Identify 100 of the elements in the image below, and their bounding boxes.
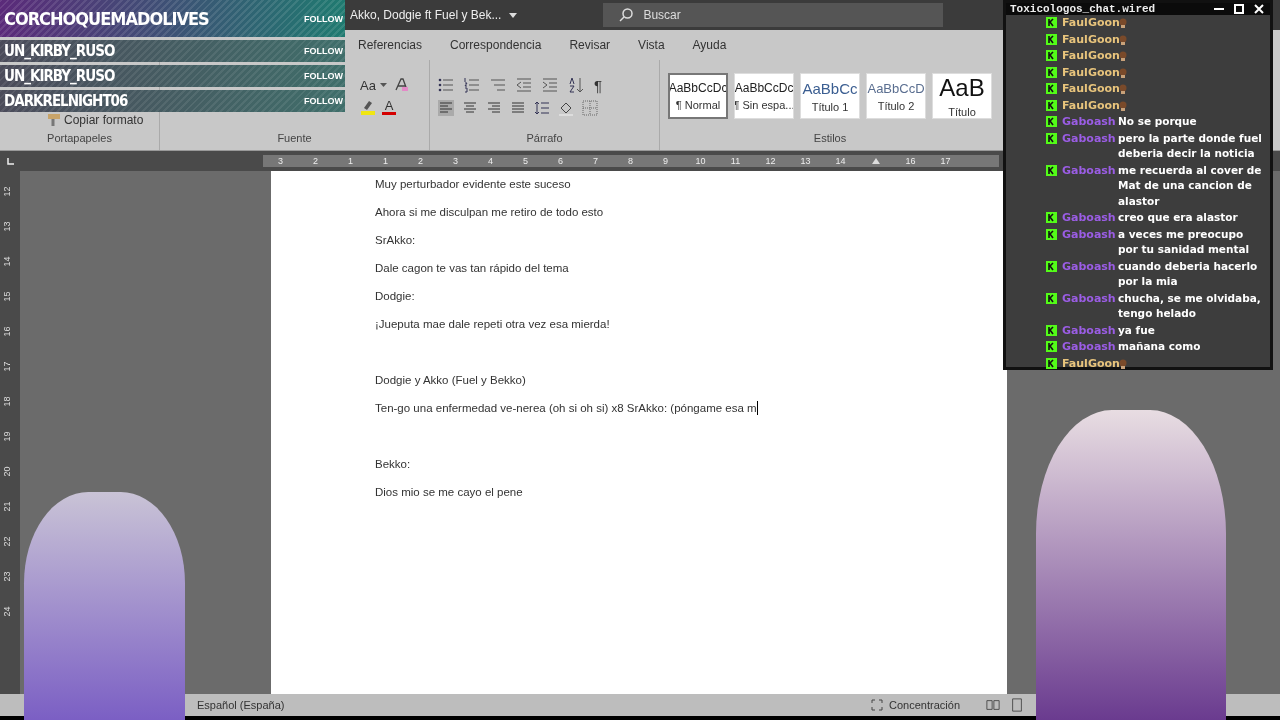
chat-username: Gaboash xyxy=(1062,226,1117,242)
decrease-indent-icon[interactable] xyxy=(516,77,532,93)
document-paragraph: Ten-go una enfermedad ve-nerea (oh si oh si) x8 SrAkko: (póngame esa m xyxy=(375,401,757,415)
follow-button[interactable]: FOLLOW xyxy=(304,71,343,81)
k-badge-icon xyxy=(1046,132,1057,144)
chat-username: Gaboash xyxy=(1062,258,1117,274)
chat-message: mañana como xyxy=(1118,339,1202,354)
document-paragraph: Dodgie y Akko (Fuel y Bekko) xyxy=(375,373,526,387)
caret-icon xyxy=(509,12,518,18)
emote-icon xyxy=(1118,357,1128,370)
maximize-button[interactable] xyxy=(1234,4,1244,14)
chat-username: FaulGoon xyxy=(1062,15,1118,31)
copy-format-button[interactable]: Copiar formato xyxy=(48,113,151,127)
emote-icon xyxy=(1118,83,1128,95)
k-badge-icon xyxy=(1046,50,1057,61)
k-badge-icon xyxy=(1046,292,1057,304)
k-badge-icon xyxy=(1046,33,1057,45)
chat-username: Gaboash xyxy=(1062,210,1117,226)
align-left-icon[interactable] xyxy=(438,99,454,116)
caret-icon xyxy=(379,83,387,87)
chat-username: Gaboash xyxy=(1062,290,1117,306)
k-badge-icon xyxy=(1046,212,1057,223)
align-center-icon[interactable] xyxy=(462,99,478,116)
chat-username: Gaboash xyxy=(1062,322,1117,338)
pilcrow-button[interactable]: ¶ xyxy=(594,76,603,94)
read-mode-icon[interactable] xyxy=(986,698,1000,712)
chat-username: Gaboash xyxy=(1062,130,1117,146)
k-badge-icon xyxy=(1046,66,1057,78)
ribbon-tab[interactable]: Referencias xyxy=(344,38,437,52)
k-badge-icon xyxy=(1046,260,1057,272)
k-badge-icon xyxy=(1046,83,1057,94)
line-spacing-icon[interactable] xyxy=(534,99,550,116)
document-paragraph: Dios mio se me cayo el pene xyxy=(375,485,523,499)
indent-marker-icon[interactable] xyxy=(871,158,880,164)
font-color-button[interactable]: A xyxy=(382,99,396,115)
follow-button[interactable]: FOLLOW xyxy=(304,46,343,56)
close-button[interactable] xyxy=(1254,4,1264,14)
print-layout-icon[interactable] xyxy=(1010,698,1024,712)
k-badge-icon xyxy=(1046,164,1057,176)
numbered-list-icon[interactable] xyxy=(464,77,480,93)
focus-mode-button[interactable]: Concentración xyxy=(865,698,966,712)
emote-icon xyxy=(1118,50,1128,62)
emote-icon xyxy=(1118,33,1128,46)
maximize-icon xyxy=(1234,4,1244,14)
borders-icon[interactable] xyxy=(582,99,598,116)
chat-message: ya fue xyxy=(1118,322,1156,338)
follower-name: UN_KIRBY_RUSO xyxy=(4,67,115,85)
chat-username: FaulGoon xyxy=(1062,31,1118,47)
ribbon-tab[interactable]: Revisar xyxy=(555,38,625,52)
style-gallery-item[interactable]: AaBbCcD Título 2 xyxy=(866,73,926,119)
document-paragraph: Dale cagon te vas tan rápido del tema xyxy=(375,261,569,275)
emote-icon xyxy=(1118,99,1128,112)
highlighter-icon[interactable] xyxy=(360,99,376,115)
chat-username: Gaboash xyxy=(1062,339,1117,355)
bullet-list-icon[interactable] xyxy=(438,77,454,93)
close-icon xyxy=(1254,4,1264,14)
multilevel-list-icon[interactable] xyxy=(490,77,506,93)
chat-username: Gaboash xyxy=(1062,162,1117,178)
tab-stop-icon[interactable] xyxy=(6,157,14,165)
follow-button[interactable]: FOLLOW xyxy=(304,96,343,106)
emote-icon xyxy=(1118,66,1128,79)
document-title[interactable]: Akko, Dodgie ft Fuel y Bek... xyxy=(350,8,518,22)
k-badge-icon xyxy=(1046,17,1057,28)
align-right-icon[interactable] xyxy=(486,99,502,116)
change-case-button[interactable]: Aa xyxy=(360,77,387,93)
group-label: Párrafo xyxy=(525,132,564,146)
chat-username: FaulGoon xyxy=(1062,81,1118,97)
chat-username: FaulGoon xyxy=(1062,97,1118,113)
group-label: Fuente xyxy=(276,132,313,146)
increase-indent-icon[interactable] xyxy=(542,77,558,93)
language-indicator[interactable]: Español (España) xyxy=(197,699,285,711)
sort-icon[interactable] xyxy=(568,77,584,93)
chat-message: No se porque xyxy=(1118,114,1198,129)
k-badge-icon xyxy=(1046,99,1057,111)
horizontal-ruler: 3 2 1 1 2 3 4 5 6 7 8 9 10 11 12 13 14 16 17 xyxy=(263,155,999,167)
search-field[interactable]: Buscar xyxy=(603,3,944,27)
chat-window-title: Toxicologos_chat.wired xyxy=(1010,3,1157,15)
group-label: Estilos xyxy=(812,132,848,146)
k-badge-icon xyxy=(1046,116,1057,127)
group-label: Portapapeles xyxy=(46,132,113,146)
style-gallery-item[interactable]: AaBbCc Título 1 xyxy=(800,73,860,119)
style-gallery-item[interactable]: AaB Título xyxy=(932,73,992,119)
clear-format-icon[interactable] xyxy=(392,77,409,93)
follower-name: DARKRELNIGHT06 xyxy=(4,92,128,110)
k-badge-icon xyxy=(1046,324,1057,336)
document-paragraph: Muy perturbador evidente este suceso xyxy=(375,177,571,191)
ribbon-tab[interactable]: Vista xyxy=(624,38,679,52)
paintbrush-icon xyxy=(48,114,60,126)
chat-username: FaulGoon xyxy=(1062,355,1118,371)
k-badge-icon xyxy=(1046,228,1057,240)
justify-icon[interactable] xyxy=(510,99,526,116)
chat-message: creo que era alastor xyxy=(1118,210,1239,225)
document-paragraph: Dodgie: xyxy=(375,289,415,303)
follow-button[interactable]: FOLLOW xyxy=(304,13,343,24)
chat-username: Gaboash xyxy=(1062,114,1117,130)
search-icon xyxy=(619,8,634,22)
ribbon-tab[interactable]: Correspondencia xyxy=(436,38,556,52)
ribbon-tab[interactable]: Ayuda xyxy=(678,38,741,52)
k-badge-icon xyxy=(1046,341,1057,352)
document-paragraph: Bekko: xyxy=(375,457,411,471)
